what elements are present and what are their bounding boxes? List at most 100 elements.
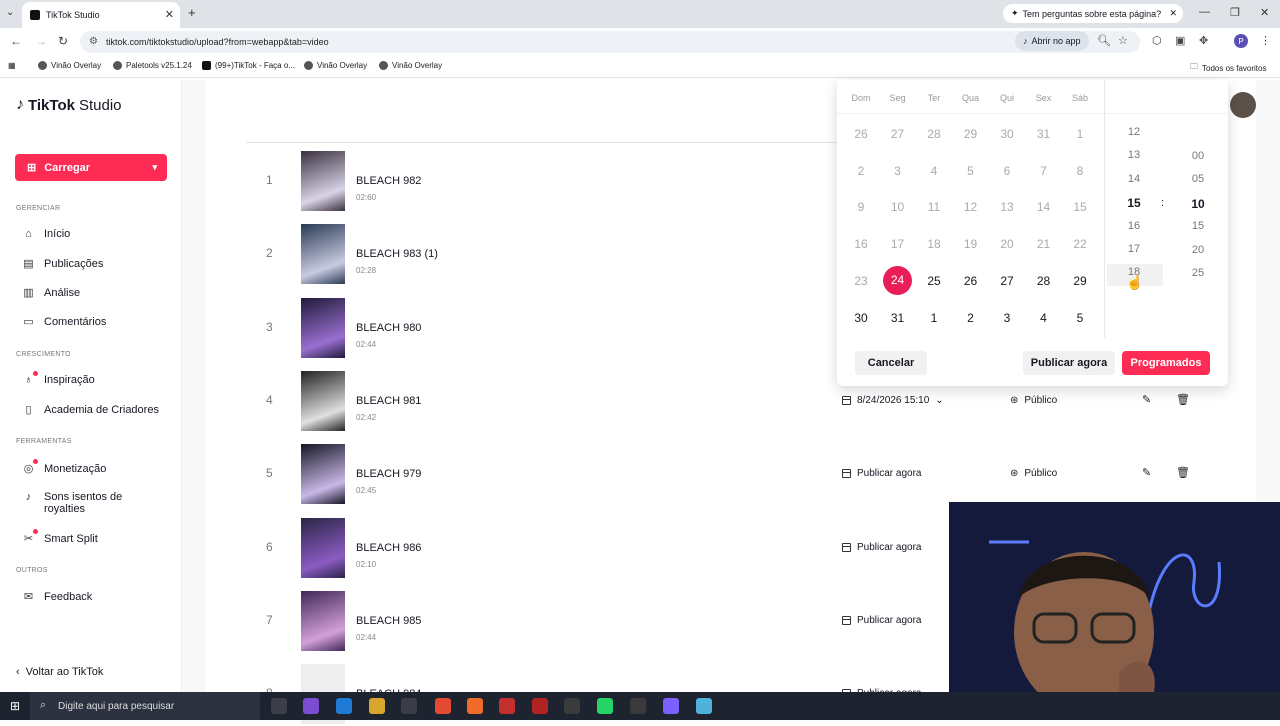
video-thumbnail[interactable] [301,224,345,285]
edit-icon[interactable]: ✎ [1142,393,1151,406]
discord-icon[interactable] [663,698,679,714]
sidebar-item-feedback[interactable]: ✉ Feedback [22,590,92,604]
browser-tab[interactable]: TikTok Studio ✕ [22,2,180,28]
upload-button[interactable]: ⊞ Carregar ▾ [15,154,167,181]
menu-kebab-icon[interactable]: ⋮ [1260,34,1271,47]
sidebar-item-home[interactable]: ⌂ Início [22,228,70,240]
bookmark-item[interactable]: Vinão Overlay [38,61,101,70]
back-to-tiktok-link[interactable]: ‹ Voltar ao TikTok [16,666,103,678]
publish-now-button[interactable]: Publicar agora [1023,351,1115,375]
forward-icon[interactable]: → [35,34,47,48]
tab-search-chevron-icon[interactable]: ⌄ [6,7,14,18]
whatsapp-icon[interactable] [597,698,613,714]
sidebar-item-inspiration[interactable]: ♁ Inspiração [22,371,95,386]
bookmark-item[interactable]: Paletools v25.1.24 [113,61,192,70]
apps-grid-icon[interactable]: ▦ [8,61,16,70]
hour-option[interactable]: 14 [1119,173,1149,185]
windows-start-icon[interactable]: ⊞ [10,699,20,713]
vegas-icon[interactable] [499,698,515,714]
video-thumbnail[interactable] [301,370,345,431]
address-bar[interactable]: ⚙ tiktok.com/tiktokstudio/upload?from=we… [80,31,1140,53]
table-row[interactable]: 5 BLEACH 979 02:45 Publicar agora ⊛ Público… [206,444,1256,506]
sidebar-item-posts[interactable]: ▤ Publicações [22,257,103,271]
calendar-day[interactable]: 26 [956,268,986,294]
minute-option[interactable]: 20 [1183,244,1213,256]
brave-icon[interactable] [467,698,483,714]
video-thumbnail[interactable] [301,590,345,651]
hour-option[interactable]: 17 [1119,243,1149,255]
sidebar-item-smart-split[interactable]: ✂ Smart Split [22,529,98,545]
calendar-day[interactable]: 3 [992,305,1022,331]
bookmark-item[interactable]: Vinão Overlay [379,61,442,70]
minute-option[interactable]: 05 [1183,173,1213,185]
minute-option[interactable]: 15 [1183,220,1213,232]
hour-option[interactable]: 16 [1119,220,1149,232]
file-explorer-icon[interactable] [369,698,385,714]
copilot-icon[interactable] [303,698,319,714]
calendar-day[interactable]: 25 [919,268,949,294]
sidebar-item-academy[interactable]: ▯ Academia de Criadores [22,403,158,417]
sidebar-item-analytics[interactable]: ▥ Análise [22,286,80,300]
calendar-day[interactable]: 28 [1029,268,1059,294]
video-thumbnail[interactable] [301,297,345,358]
minute-option[interactable]: 00 [1183,150,1213,162]
schedule-button[interactable]: Programados [1122,351,1210,375]
close-window-icon[interactable]: ✕ [1260,6,1269,19]
app-icon[interactable] [401,698,417,714]
calendar-day[interactable]: 29 [1065,268,1095,294]
video-thumbnail[interactable] [301,444,345,505]
minute-option-selected[interactable]: 10 [1183,197,1213,211]
taskbar-search[interactable]: ⌕ Digite aqui para pesquisar [30,692,260,720]
video-editor-icon[interactable] [532,698,548,714]
extensions-puzzle-icon[interactable]: ✥ [1199,34,1208,47]
all-favorites[interactable]: 🗀 Todos os favoritos [1190,61,1266,75]
notepad-icon[interactable] [696,698,712,714]
minute-option[interactable]: 25 [1183,267,1213,279]
bookmark-item[interactable]: (99+)TikTok - Faça o... [202,61,295,70]
new-tab-icon[interactable]: + [188,5,196,20]
chevron-down-icon[interactable]: ▾ [152,162,157,173]
close-pill-icon[interactable]: ✕ [1169,8,1177,19]
calendar-day[interactable]: 27 [992,268,1022,294]
restore-icon[interactable]: ❐ [1230,6,1240,19]
edit-icon[interactable]: ✎ [1142,466,1151,479]
video-thumbnail[interactable] [301,151,345,211]
hour-option-selected[interactable]: 15 [1119,196,1149,210]
calendar-day-selected[interactable]: 24 [883,266,912,296]
video-thumbnail[interactable] [301,517,345,578]
tiktok-studio-logo[interactable]: ♪ TikTok Studio [16,96,122,114]
sidebar-item-comments[interactable]: ▭ Comentários [22,315,106,329]
site-info-icon[interactable]: ⚙ [89,36,98,47]
calendar-day[interactable]: 1 [919,305,949,331]
bookmark-item[interactable]: Vinão Overlay [304,61,367,70]
schedule-selector[interactable]: Publicar agora [842,615,921,626]
zoom-icon[interactable]: 🔍︎ [1097,34,1111,47]
capcut-icon[interactable] [630,698,646,714]
sidebar-item-sounds[interactable]: ♪ Sons isentos de royalties [22,491,144,515]
schedule-selector[interactable]: Publicar agora [842,468,921,479]
schedule-selector[interactable]: Publicar agora [842,542,921,553]
profile-avatar[interactable]: P [1234,34,1248,48]
visibility-selector[interactable]: ⊛ Público [1010,468,1057,479]
sidebar-item-monetization[interactable]: ◎ Monetização [22,459,106,475]
task-view-icon[interactable] [271,698,287,714]
chrome-icon[interactable] [435,698,451,714]
bookmark-star-icon[interactable]: ☆ [1118,34,1128,47]
hour-option[interactable]: 12 [1119,126,1149,138]
calendar-day[interactable]: 5 [1065,305,1095,331]
minimize-icon[interactable]: — [1199,6,1210,18]
collections-icon[interactable]: ▣ [1175,34,1185,47]
close-tab-icon[interactable]: ✕ [165,8,174,21]
calendar-day[interactable]: 2 [956,305,986,331]
calendar-day[interactable]: 4 [1029,305,1059,331]
cancel-button[interactable]: Cancelar [855,351,927,375]
calendar-day[interactable]: 30 [846,305,876,331]
calendar-day[interactable]: 31 [883,305,913,331]
extension-icon[interactable]: ⬡ [1152,34,1162,47]
reload-icon[interactable]: ↻ [58,34,68,48]
schedule-selector[interactable]: 8/24/2026 15:10 ⌄ [842,395,944,406]
edge-icon[interactable] [336,698,352,714]
hour-option[interactable]: 13 [1119,149,1149,161]
delete-icon[interactable]: 🗑︎ [1176,466,1190,479]
visibility-selector[interactable]: ⊛ Público [1010,395,1057,406]
